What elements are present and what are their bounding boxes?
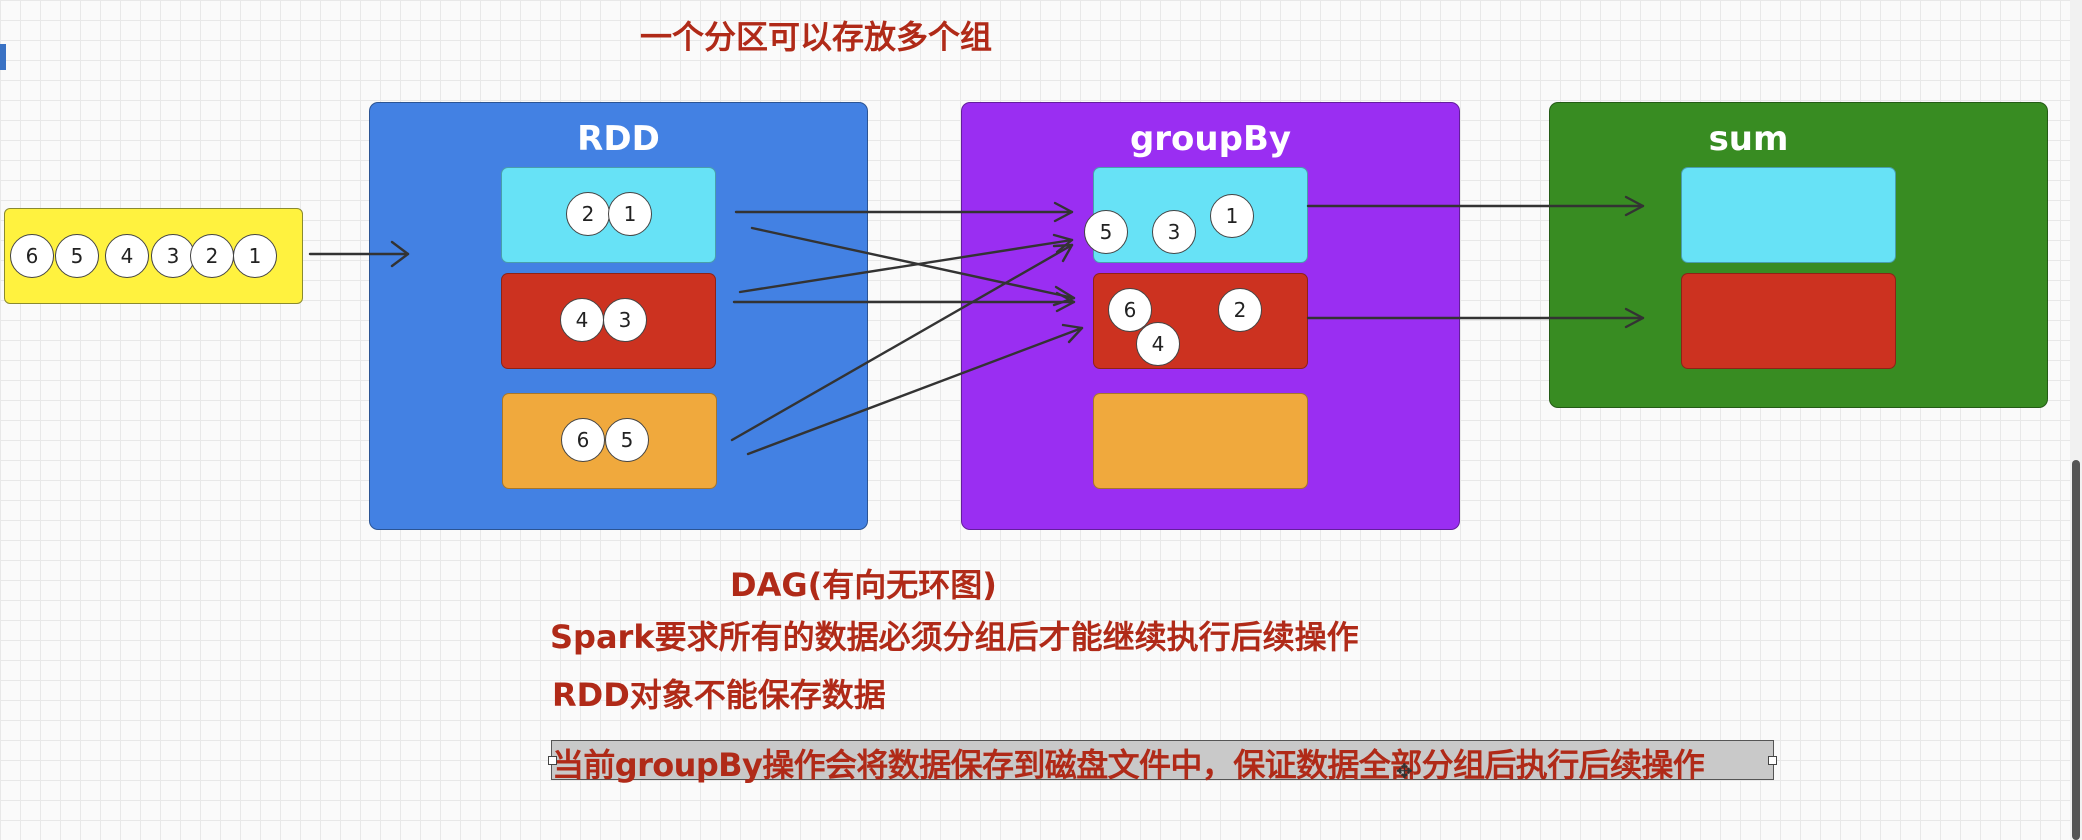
resize-handle-right[interactable] (1768, 756, 1777, 765)
move-cursor-icon: ✥ (1396, 759, 1413, 783)
arrows-layer (308, 195, 1645, 456)
arrow-rdd1-to-gb2 (750, 226, 1076, 300)
arrow-rdd3-to-gb1 (730, 243, 1074, 442)
diagram-canvas: 一个分区可以存放多个组 6 5 4 3 2 1 RDD 2 1 4 3 6 5 … (0, 0, 2082, 840)
resize-handle-left[interactable] (548, 756, 557, 765)
selected-text-box[interactable]: 当前groupBy操作会将数据保存到磁盘文件中，保证数据全部分组后执行后续操作 (548, 740, 1777, 784)
note-groupby: 当前groupBy操作会将数据保存到磁盘文件中，保证数据全部分组后执行后续操作 (552, 746, 1705, 784)
arrow-rdd2-to-gb1 (738, 238, 1074, 294)
arrow-rdd3-to-gb2 (746, 326, 1084, 456)
vertical-scrollbar[interactable] (2070, 0, 2082, 840)
note-rdd: RDD对象不能保存数据 (552, 676, 886, 714)
note-dag: DAG(有向无环图) (730, 566, 997, 604)
note-spark: Spark要求所有的数据必须分组后才能继续执行后续操作 (550, 618, 1359, 656)
scrollbar-thumb[interactable] (2072, 460, 2080, 840)
